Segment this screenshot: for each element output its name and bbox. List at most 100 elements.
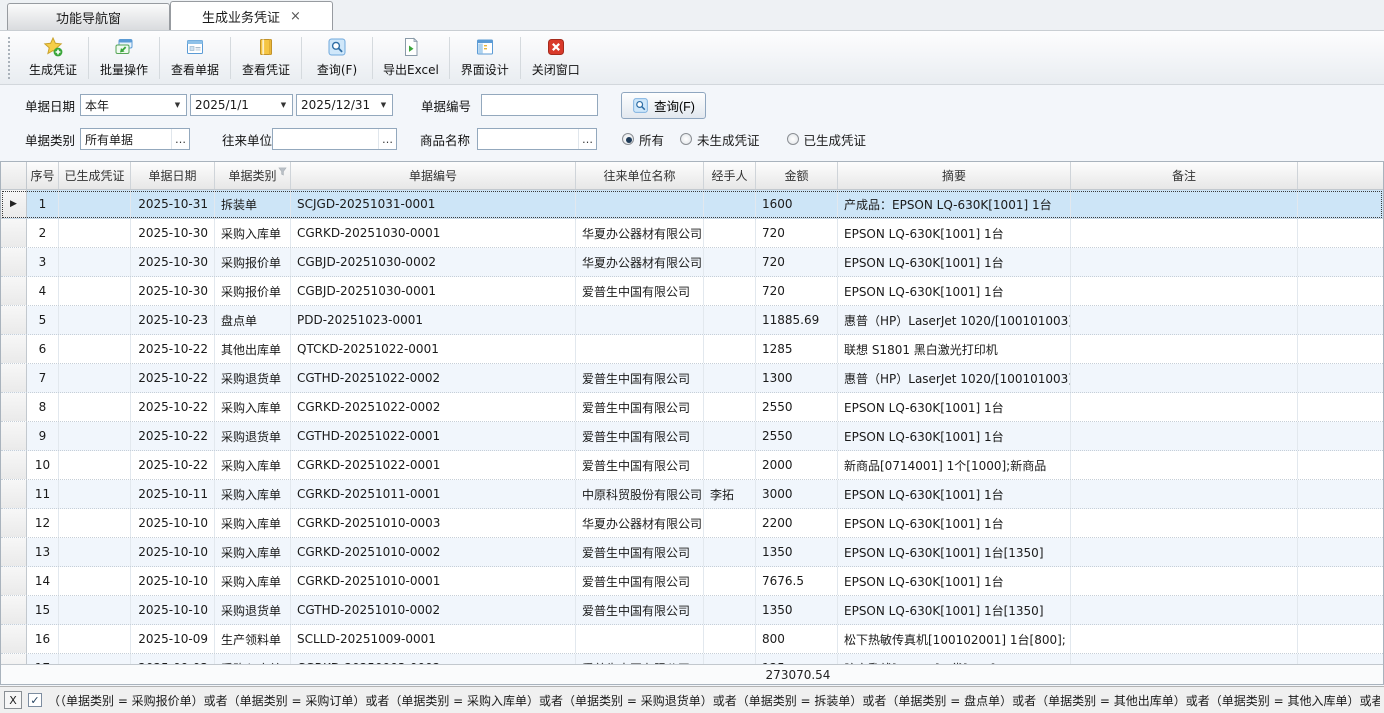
cell-doc_no: CGBJD-20251030-0002 (291, 248, 576, 276)
col-header-date[interactable]: 单据日期 (131, 162, 215, 189)
doc-no-input[interactable] (482, 96, 641, 114)
table-row[interactable]: 22025-10-30采购入库单CGRKD-20251030-0001华夏办公器… (1, 219, 1383, 248)
table-row[interactable]: 42025-10-30采购报价单CGBJD-20251030-0001爱普生中国… (1, 277, 1383, 306)
table-row[interactable]: 172025-09-03采购入库单CGRKD-20250903-0002爱普生中… (1, 654, 1383, 664)
row-selector[interactable] (1, 451, 27, 479)
table-row[interactable]: 72025-10-22采购退货单CGTHD-20251022-0002爱普生中国… (1, 364, 1383, 393)
col-header-partner[interactable]: 往来单位名称 (576, 162, 704, 189)
row-selector[interactable] (1, 422, 27, 450)
date-from-combo[interactable]: 2025/1/1 ▼ (190, 94, 293, 116)
radio-not-generated[interactable]: 未生成凭证 (680, 130, 760, 149)
ellipsis-icon[interactable]: … (578, 129, 596, 149)
toolbar-grip-handle[interactable] (8, 37, 12, 79)
table-row[interactable]: 32025-10-30采购报价单CGBJD-20251030-0002华夏办公器… (1, 248, 1383, 277)
chevron-down-icon[interactable]: ▼ (375, 95, 392, 115)
col-header-handler[interactable]: 经手人 (704, 162, 756, 189)
view-voucher-button[interactable]: 查看凭证 (231, 33, 301, 83)
query-toolbar-button[interactable]: 查询(F) (302, 33, 372, 83)
table-row[interactable]: 112025-10-11采购入库单CGRKD-20251011-0001中原科贸… (1, 480, 1383, 509)
cell-summary: EPSON LQ-630K[1001] 1台 (838, 567, 1071, 595)
ellipsis-icon[interactable]: … (171, 129, 189, 149)
row-selector[interactable] (1, 567, 27, 595)
row-selector[interactable] (1, 335, 27, 363)
row-selector[interactable] (1, 306, 27, 334)
row-selector[interactable] (1, 364, 27, 392)
row-selector[interactable] (1, 480, 27, 508)
col-header-type[interactable]: 单据类别 (215, 162, 291, 189)
cell-summary: EPSON LQ-630K[1001] 1台 (838, 393, 1071, 421)
cell-seq: 1 (27, 190, 59, 218)
cell-partner (576, 190, 704, 218)
tab-nav-window[interactable]: 功能导航窗 (7, 3, 170, 30)
table-row[interactable]: ▶12025-10-31拆装单SCJGD-20251031-00011600产成… (1, 190, 1383, 219)
table-row[interactable]: 82025-10-22采购入库单CGRKD-20251022-0002爱普生中国… (1, 393, 1383, 422)
ellipsis-icon[interactable]: … (378, 129, 396, 149)
close-window-button[interactable]: 关闭窗口 (521, 33, 591, 83)
cell-seq: 13 (27, 538, 59, 566)
ui-design-button[interactable]: 界面设计 (450, 33, 520, 83)
product-field[interactable]: … (477, 128, 597, 150)
row-selector[interactable] (1, 248, 27, 276)
search-icon (632, 97, 649, 114)
query-button[interactable]: 查询(F) (621, 92, 706, 119)
row-selector[interactable] (1, 625, 27, 653)
col-header-doc-no[interactable]: 单据编号 (291, 162, 576, 189)
table-row[interactable]: 132025-10-10采购入库单CGRKD-20251010-0002爱普生中… (1, 538, 1383, 567)
table-row[interactable]: 152025-10-10采购退货单CGTHD-20251010-0002爱普生中… (1, 596, 1383, 625)
filter-expression[interactable]: （（单据类别 = 采购报价单）或者（单据类别 = 采购订单）或者（单据类别 = … (48, 692, 1380, 709)
radio-all[interactable]: 所有 (622, 130, 664, 149)
remove-filter-button[interactable]: X (4, 691, 22, 709)
table-row[interactable]: 52025-10-23盘点单PDD-20251023-000111885.69惠… (1, 306, 1383, 335)
toolbar: 生成凭证 批量操作 查看单据 查看凭证 查询(F) 导出Excel 界面设计 关… (0, 30, 1384, 85)
table-row[interactable]: 122025-10-10采购入库单CGRKD-20251010-0003华夏办公… (1, 509, 1383, 538)
col-header-amount[interactable]: 金额 (756, 162, 838, 189)
cell-summary: 惠普（HP）LaserJet 1020/[100101003] (838, 364, 1071, 392)
row-selector[interactable]: ▶ (1, 190, 27, 218)
cell-type: 采购入库单 (215, 509, 291, 537)
export-excel-button[interactable]: 导出Excel (373, 33, 449, 83)
radio-generated[interactable]: 已生成凭证 (787, 130, 867, 149)
col-header-generated[interactable]: 已生成凭证 (59, 162, 131, 189)
row-filler (1298, 364, 1383, 392)
row-selector[interactable] (1, 393, 27, 421)
row-filler (1298, 422, 1383, 450)
date-to-combo[interactable]: 2025/12/31 ▼ (296, 94, 393, 116)
col-header-summary[interactable]: 摘要 (838, 162, 1071, 189)
chevron-down-icon[interactable]: ▼ (275, 95, 292, 115)
row-selector[interactable] (1, 277, 27, 305)
table-row[interactable]: 142025-10-10采购入库单CGRKD-20251010-0001爱普生中… (1, 567, 1383, 596)
row-filler (1298, 625, 1383, 653)
filter-enabled-checkbox[interactable]: ✓ (28, 693, 42, 707)
row-selector[interactable] (1, 509, 27, 537)
cell-generated (59, 625, 131, 653)
cell-summary: 惠普（HP）LaserJet 1020/[100101003] (838, 306, 1071, 334)
row-selector[interactable] (1, 219, 27, 247)
col-header-seq[interactable]: 序号 (27, 162, 59, 189)
table-row[interactable]: 62025-10-22其他出库单QTCKD-20251022-00011285联… (1, 335, 1383, 364)
batch-operations-button[interactable]: 批量操作 (89, 33, 159, 83)
cell-date: 2025-10-09 (131, 625, 215, 653)
view-document-button[interactable]: 查看单据 (160, 33, 230, 83)
select-all-corner[interactable] (1, 162, 27, 189)
row-selector[interactable] (1, 538, 27, 566)
doc-type-combo[interactable]: 所有单据 … (80, 128, 190, 150)
generate-voucher-button[interactable]: 生成凭证 (18, 33, 88, 83)
cell-handler (704, 248, 756, 276)
table-row[interactable]: 162025-10-09生产领料单SCLLD-20251009-0001800松… (1, 625, 1383, 654)
cell-doc_no: SCJGD-20251031-0001 (291, 190, 576, 218)
date-preset-combo[interactable]: 本年 ▼ (80, 94, 187, 116)
partner-field[interactable]: … (272, 128, 397, 150)
col-header-note[interactable]: 备注 (1071, 162, 1298, 189)
row-selector[interactable] (1, 654, 27, 664)
table-row[interactable]: 92025-10-22采购退货单CGTHD-20251022-0001爱普生中国… (1, 422, 1383, 451)
row-selector[interactable] (1, 596, 27, 624)
chevron-down-icon[interactable]: ▼ (169, 95, 186, 115)
cell-seq: 16 (27, 625, 59, 653)
cell-handler (704, 596, 756, 624)
cell-seq: 7 (27, 364, 59, 392)
filter-funnel-icon[interactable] (278, 167, 287, 176)
tab-generate-voucher[interactable]: 生成业务凭证 × (170, 1, 333, 30)
table-row[interactable]: 102025-10-22采购入库单CGRKD-20251022-0001爱普生中… (1, 451, 1383, 480)
row-filler (1298, 219, 1383, 247)
close-icon[interactable]: × (290, 10, 301, 23)
